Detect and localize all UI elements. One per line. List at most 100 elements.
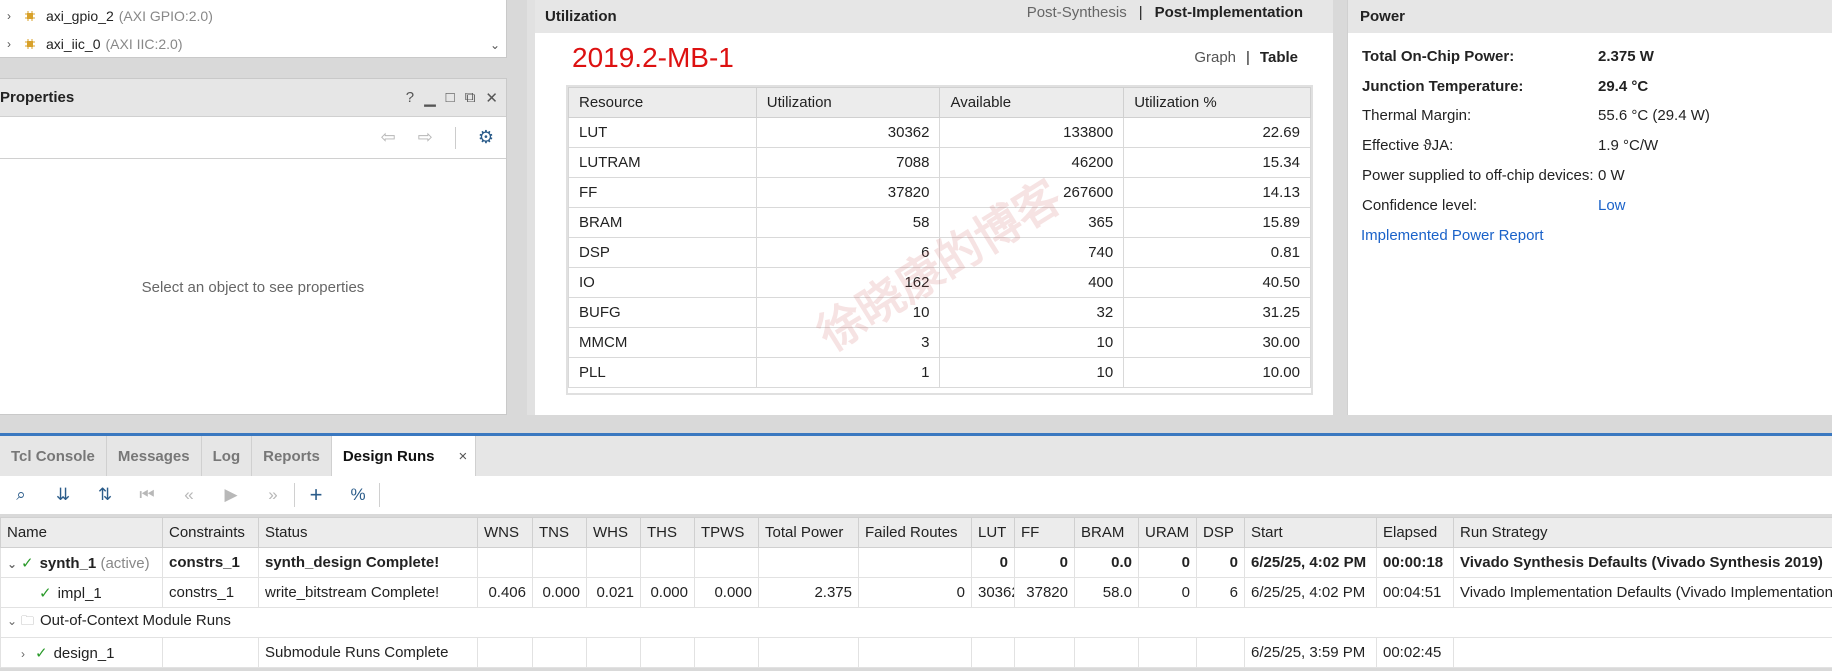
column-header[interactable]: Utilization %	[1123, 87, 1311, 118]
tab-post-synthesis[interactable]: Post-Synthesis	[1027, 4, 1127, 21]
chevron-down-icon[interactable]: ⌄	[7, 557, 21, 571]
power-report-link[interactable]: Implemented Power Report	[1361, 227, 1544, 244]
properties-panel: Properties ? ▁ □ ⧉ ✕ ⇦ ⇨ ⚙ Select an obj…	[0, 78, 507, 415]
add-run-icon[interactable]: +	[295, 482, 337, 508]
column-header[interactable]: Available	[939, 87, 1125, 118]
column-header[interactable]: Status	[258, 517, 478, 548]
column-header[interactable]: Constraints	[162, 517, 259, 548]
table-row[interactable]: LUT 30362 133800 22.69	[568, 117, 1311, 148]
power-cell: 2.375	[758, 577, 859, 608]
column-header[interactable]: Elapsed	[1376, 517, 1454, 548]
column-header[interactable]: FF	[1014, 517, 1075, 548]
first-icon[interactable]: ⏮	[126, 485, 168, 505]
view-toggle: Graph | Table	[1194, 49, 1298, 66]
column-header[interactable]: Start	[1244, 517, 1377, 548]
utilization-cell: 162	[755, 267, 941, 298]
properties-header: Properties ? ▁ □ ⧉ ✕	[0, 79, 506, 117]
tpws-cell: 0.000	[694, 577, 759, 608]
column-header[interactable]: DSP	[1196, 517, 1245, 548]
hierarchy-item-name: axi_iic_0	[46, 36, 101, 52]
hierarchy-item[interactable]: › axi_gpio_2 (AXI GPIO:2.0)	[0, 2, 213, 30]
power-header: Power	[1348, 0, 1832, 33]
table-row[interactable]: ⌄ ✓ synth_1 (active) constrs_1 synth_desig…	[0, 547, 1832, 578]
table-row[interactable]: MMCM 3 10 30.00	[568, 327, 1311, 358]
resource-cell: FF	[568, 177, 757, 208]
check-icon: ✓	[39, 584, 52, 602]
tab-tcl-console[interactable]: Tcl Console	[0, 436, 107, 476]
float-icon[interactable]: ⧉	[465, 89, 476, 107]
properties-toolbar: ⇦ ⇨ ⚙	[0, 117, 506, 159]
column-header[interactable]: URAM	[1138, 517, 1197, 548]
tns-cell	[532, 547, 587, 578]
chevron-down-icon[interactable]: ⌄	[7, 614, 21, 628]
collapse-all-icon[interactable]: ⇊	[42, 485, 84, 505]
constraints-cell: constrs_1	[162, 547, 259, 578]
available-cell: 267600	[939, 177, 1125, 208]
chevron-right-icon[interactable]: ›	[21, 647, 35, 661]
back-icon[interactable]: ⇦	[381, 127, 396, 148]
forward-icon[interactable]: ⇨	[418, 127, 433, 148]
run-icon[interactable]: ▶	[210, 485, 252, 505]
chevron-right-icon[interactable]: ›	[2, 37, 16, 51]
column-header[interactable]: Name	[0, 517, 163, 548]
close-icon[interactable]: ✕	[485, 89, 498, 107]
minimize-icon[interactable]: ▁	[424, 89, 436, 107]
confidence-link[interactable]: Low	[1598, 197, 1626, 214]
close-icon[interactable]: ×	[459, 448, 468, 465]
hierarchy-item[interactable]: › axi_iic_0 (AXI IIC:2.0)	[0, 30, 183, 58]
column-header[interactable]: TNS	[532, 517, 587, 548]
help-icon[interactable]: ?	[406, 89, 414, 107]
table-row[interactable]: DSP 6 740 0.81	[568, 237, 1311, 268]
utilization-table: Resource Utilization Available Utilizati…	[568, 87, 1311, 388]
view-divider: |	[1246, 49, 1250, 66]
tns-cell: 0.000	[532, 577, 587, 608]
column-header[interactable]: Run Strategy	[1453, 517, 1832, 548]
table-row[interactable]: LUTRAM 7088 46200 15.34	[568, 147, 1311, 178]
graph-view-tab[interactable]: Graph	[1194, 49, 1236, 66]
percent-icon[interactable]: %	[337, 485, 379, 505]
table-row[interactable]: BRAM 58 365 15.89	[568, 207, 1311, 238]
utilization-header: Utilization Post-Synthesis | Post-Implem…	[535, 0, 1333, 33]
search-icon[interactable]: ⌕	[0, 485, 42, 505]
table-row[interactable]: PLL 1 10 10.00	[568, 357, 1311, 388]
group-cell: ⌄ 🗀 Out-of-Context Module Runs	[0, 607, 1832, 638]
gear-icon[interactable]: ⚙	[478, 127, 494, 148]
table-row[interactable]: ⌄ 🗀 Out-of-Context Module Runs	[0, 607, 1832, 638]
scroll-down-icon[interactable]: ⌄	[490, 38, 500, 52]
panel-controls: ? ▁ □ ⧉ ✕	[406, 89, 498, 107]
column-header[interactable]: WHS	[586, 517, 641, 548]
constraints-cell	[162, 637, 259, 668]
utilization-percent-cell: 14.13	[1123, 177, 1311, 208]
column-header[interactable]: LUT	[971, 517, 1015, 548]
expand-all-icon[interactable]: ⇅	[84, 485, 126, 505]
tab-design-runs[interactable]: Design Runs ×	[331, 436, 477, 476]
column-header[interactable]: BRAM	[1074, 517, 1139, 548]
column-header[interactable]: Utilization	[755, 87, 941, 118]
column-header[interactable]: Resource	[568, 87, 757, 118]
table-row[interactable]: BUFG 10 32 31.25	[568, 297, 1311, 328]
bram-cell	[1074, 637, 1139, 668]
previous-icon[interactable]: «	[168, 485, 210, 505]
table-view-tab[interactable]: Table	[1260, 49, 1298, 66]
lut-cell: 0	[971, 547, 1015, 578]
table-row[interactable]: ✓ impl_1 constrs_1 write_bitstream Comple…	[0, 577, 1832, 608]
column-header[interactable]: THS	[640, 517, 695, 548]
start-cell: 6/25/25, 3:59 PM	[1244, 637, 1377, 668]
maximize-icon[interactable]: □	[446, 89, 455, 107]
table-row[interactable]: IO 162 400 40.50	[568, 267, 1311, 298]
tab-messages[interactable]: Messages	[107, 436, 202, 476]
column-header[interactable]: Failed Routes	[858, 517, 972, 548]
next-icon[interactable]: »	[252, 485, 294, 505]
table-row[interactable]: FF 37820 267600 14.13	[568, 177, 1311, 208]
column-header[interactable]: Total Power	[758, 517, 859, 548]
column-header[interactable]: WNS	[477, 517, 533, 548]
tab-log[interactable]: Log	[202, 436, 253, 476]
tab-reports[interactable]: Reports	[252, 436, 332, 476]
utilization-cell: 1	[755, 357, 941, 388]
column-header[interactable]: TPWS	[694, 517, 759, 548]
elapsed-cell: 00:02:45	[1376, 637, 1454, 668]
table-row[interactable]: › ✓ design_1 Submodule Runs Complete 6/25/…	[0, 637, 1832, 668]
tab-post-implementation[interactable]: Post-Implementation	[1155, 4, 1303, 21]
tpws-cell	[694, 547, 759, 578]
chevron-right-icon[interactable]: ›	[2, 9, 16, 23]
